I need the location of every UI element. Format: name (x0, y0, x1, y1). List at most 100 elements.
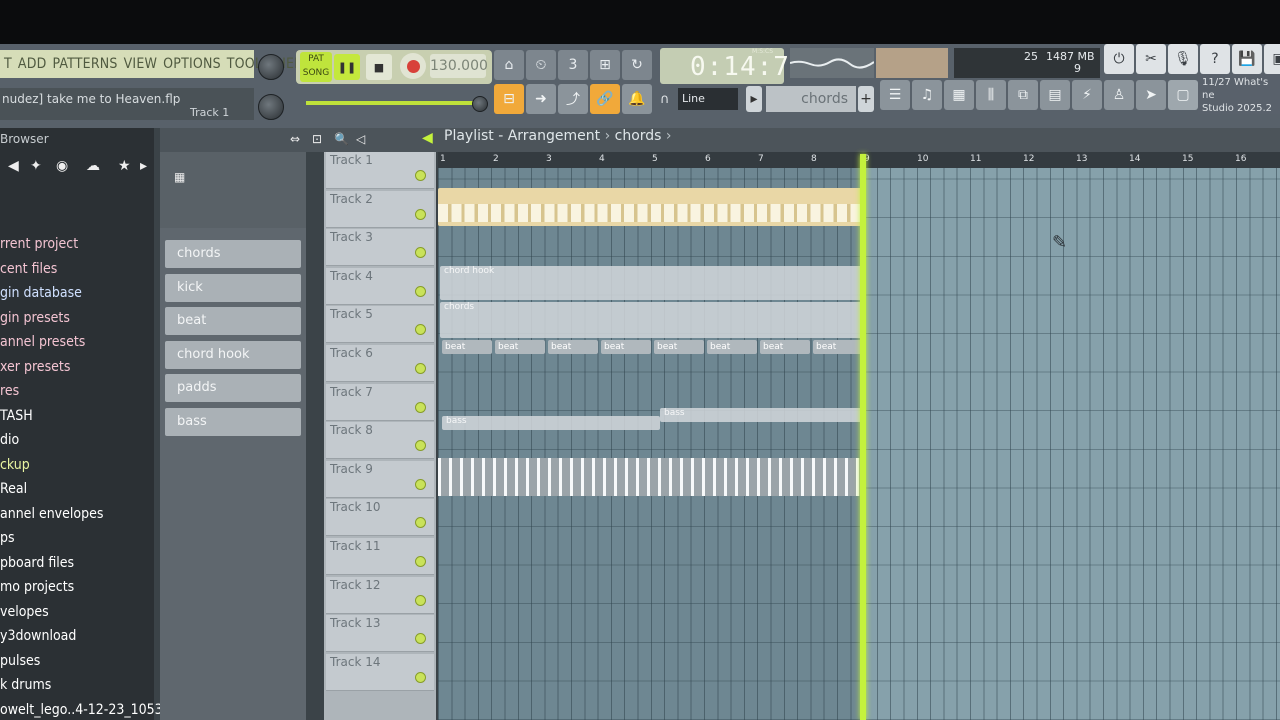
clip-beat[interactable]: beat (495, 340, 545, 354)
track-mute-indicator[interactable] (415, 363, 426, 374)
toggle-icon[interactable]: ▢ (1168, 80, 1198, 110)
tempo-display[interactable]: 130.000 (430, 54, 488, 78)
bell-icon[interactable]: 🔔 (622, 84, 652, 114)
pattern-prev-icon[interactable]: ▸ (746, 86, 762, 112)
track-header[interactable]: Track 10 (326, 499, 434, 537)
cloud-icon[interactable]: ☁ (86, 158, 100, 174)
piano-roll-icon[interactable]: ♫ (912, 80, 942, 110)
track-header[interactable]: Track 13 (326, 615, 434, 653)
wait-input-icon[interactable]: ⏲ (526, 50, 556, 80)
clip-beat[interactable]: beat (548, 340, 598, 354)
arrow-right-icon[interactable]: ➜ (526, 84, 556, 114)
help-icon[interactable]: ? (1200, 44, 1230, 74)
power-icon[interactable]: ⏻ (1104, 44, 1134, 74)
audition-icon[interactable]: ◁ (356, 132, 365, 146)
browser-item[interactable]: Real (0, 481, 27, 497)
browser-item[interactable]: pboard files (0, 555, 74, 571)
save-icon[interactable]: 💾 (1232, 44, 1262, 74)
pattern-item[interactable]: beat (165, 307, 301, 335)
browser-item[interactable]: velopes (0, 604, 49, 620)
clip-beat[interactable]: beat (707, 340, 757, 354)
track-mute-indicator[interactable] (415, 440, 426, 452)
clip-bass-2[interactable]: bass (660, 408, 866, 422)
track-header[interactable]: Track 2 (326, 190, 434, 228)
clip-beat[interactable]: beat (813, 340, 863, 354)
more-icon[interactable]: ▸ (140, 158, 147, 174)
pattern-item[interactable]: bass (165, 407, 301, 436)
audio-clip-track-8[interactable] (438, 458, 862, 496)
track-mute-indicator[interactable] (415, 478, 426, 490)
menu-item[interactable]: VIEW (124, 56, 158, 72)
track-header[interactable]: Track 9 (326, 460, 434, 498)
pattern-selector[interactable]: chords (766, 86, 856, 112)
mixer-icon[interactable]: ⫼ (976, 80, 1006, 110)
track-mute-indicator[interactable] (415, 170, 426, 181)
track-header[interactable]: Track 14 (326, 653, 434, 691)
browser-item[interactable]: pulses (0, 653, 40, 669)
snap-select[interactable]: Line (678, 88, 738, 110)
track-mute-indicator[interactable] (415, 671, 426, 683)
clip-bass-1[interactable]: bass (442, 416, 660, 430)
plugin-icon[interactable]: ⧉ (1008, 80, 1038, 110)
clip-beat[interactable]: beat (601, 340, 651, 354)
track-mute-indicator[interactable] (415, 517, 426, 529)
browser-item[interactable]: dio (0, 432, 19, 448)
track-mute-indicator[interactable] (415, 208, 426, 220)
star-icon[interactable]: ★ (118, 158, 131, 174)
menu-item[interactable]: T (4, 56, 12, 72)
select-icon[interactable]: ⊡ (312, 132, 322, 146)
volume-handle[interactable] (472, 96, 488, 112)
master-pitch-knob[interactable] (258, 94, 284, 120)
track-mute-indicator[interactable] (415, 285, 426, 297)
clip-chords[interactable]: chords (440, 302, 864, 338)
browser-item[interactable]: mo projects (0, 579, 74, 595)
browser-item[interactable]: k drums (0, 677, 51, 693)
clip-beat[interactable]: beat (760, 340, 810, 354)
timeline-ruler[interactable]: 1 2 3 4 5 6 7 8 9 10 11 12 13 14 15 16 (438, 152, 1280, 168)
clip-beat[interactable]: beat (442, 340, 492, 354)
slip-icon[interactable]: ⇔ (290, 132, 300, 146)
mic-icon[interactable]: 🎙 (1168, 44, 1198, 74)
browser-item[interactable]: TASH (0, 408, 33, 424)
channel-rack-icon[interactable]: ▦ (944, 80, 974, 110)
browser-item[interactable]: annel presets (0, 334, 85, 350)
track-header[interactable]: Track 8 (326, 422, 434, 460)
zoom-icon[interactable]: 🔍 (334, 132, 349, 146)
track-mute-indicator[interactable] (415, 324, 426, 336)
track-header[interactable]: Track 12 (326, 576, 434, 614)
browser-item[interactable]: y3download (0, 628, 76, 644)
audio-clip-track-1[interactable] (438, 188, 862, 226)
browser-item[interactable]: annel envelopes (0, 506, 103, 522)
step-edit-icon[interactable]: ⊞ (590, 50, 620, 80)
pattern-item[interactable]: padds (165, 374, 301, 402)
main-volume-slider[interactable] (306, 101, 474, 105)
track-header[interactable]: Track 5 (326, 306, 434, 344)
loop-record-icon[interactable]: ↻ (622, 50, 652, 80)
stop-button[interactable]: ■ (366, 54, 392, 80)
image-icon[interactable]: ▣ (1264, 44, 1280, 74)
typing-keyboard-icon[interactable]: ⊟ (494, 84, 524, 114)
pattern-item[interactable]: chord hook (165, 340, 301, 369)
playlist-icon[interactable]: ☰ (880, 80, 910, 110)
track-mute-indicator[interactable] (415, 556, 426, 567)
playlist-current-pattern[interactable]: chords (615, 128, 662, 144)
plug-icon[interactable]: ⚡ (1072, 80, 1102, 110)
track-header[interactable]: Track 6 (326, 345, 434, 382)
menu-item[interactable]: ADD (18, 56, 47, 72)
pattern-item[interactable]: kick (165, 273, 301, 302)
person-icon[interactable]: ♙ (1104, 80, 1134, 110)
record-button[interactable] (400, 53, 426, 79)
cut-icon[interactable]: ✂ (1136, 44, 1166, 74)
menu-item[interactable]: OPTIONS (163, 56, 221, 72)
browser-item[interactable]: gin presets (0, 310, 70, 326)
master-volume-knob[interactable] (258, 54, 284, 80)
clip-chord-hook[interactable]: chord hook (440, 266, 864, 300)
browser-item[interactable]: ps (0, 530, 15, 546)
browser-item[interactable]: cent files (0, 261, 57, 277)
play-pause-button[interactable]: ❚❚ (334, 54, 360, 80)
track-mute-indicator[interactable] (415, 633, 426, 645)
playhead[interactable] (860, 154, 866, 720)
speaker-icon[interactable]: ◀ (8, 158, 19, 174)
pat-song-toggle[interactable]: PAT SONG (300, 52, 332, 82)
countdown-icon[interactable]: 3 (558, 50, 588, 80)
